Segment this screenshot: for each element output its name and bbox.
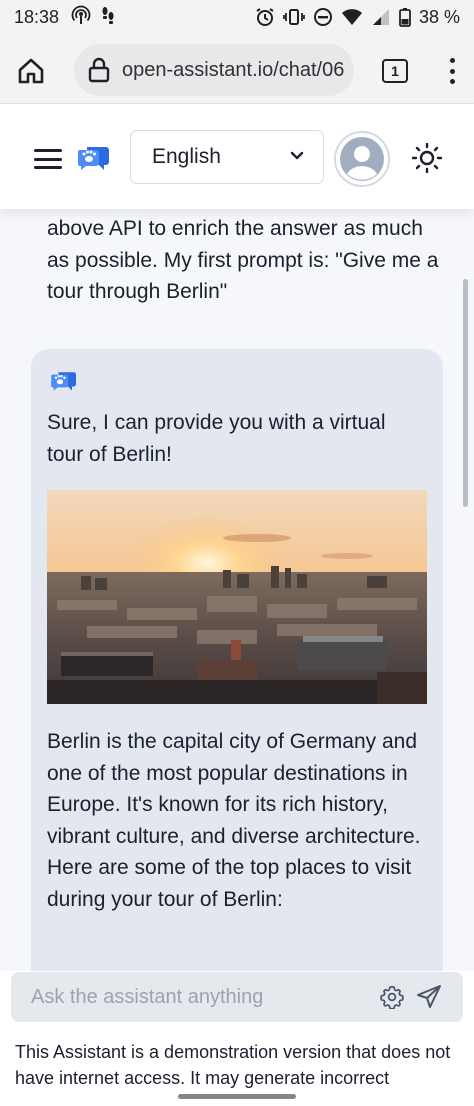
assistant-intro-text: Sure, I can provide you with a virtual t…	[47, 411, 386, 466]
tab-switcher-button[interactable]: 1	[382, 59, 408, 83]
hotspot-icon	[71, 5, 91, 30]
browser-toolbar: open-assistant.io/chat/06 1	[0, 34, 474, 104]
chevron-down-icon	[290, 151, 304, 160]
demo-disclaimer: This Assistant is a demonstration versio…	[15, 1042, 451, 1088]
hamburger-menu-icon[interactable]	[34, 149, 62, 169]
user-message: above API to enrich the answer as much a…	[47, 217, 439, 303]
gear-icon	[380, 985, 404, 1010]
home-icon	[18, 58, 44, 84]
signal-icon	[371, 7, 391, 27]
more-vert-icon	[449, 58, 455, 63]
open-assistant-logo[interactable]	[78, 143, 110, 178]
lock-icon	[88, 57, 110, 83]
status-bar: 18:38 38 %	[0, 0, 474, 34]
vibrate-icon	[283, 7, 305, 27]
chat-scrollbar[interactable]	[463, 279, 468, 507]
sun-icon	[412, 143, 442, 173]
message-input-container	[11, 972, 463, 1022]
status-time: 18:38	[14, 6, 60, 27]
theme-toggle-button[interactable]	[408, 139, 446, 177]
alarm-icon	[255, 7, 275, 27]
battery-icon	[399, 7, 411, 27]
battery-percent: 38 %	[418, 6, 460, 27]
chat-settings-button[interactable]	[380, 985, 404, 1010]
avatar-icon	[340, 137, 384, 181]
gesture-home-indicator[interactable]	[178, 1094, 296, 1099]
user-avatar-button[interactable]	[334, 131, 390, 187]
send-icon	[417, 985, 441, 1008]
browser-menu-button[interactable]	[442, 54, 462, 88]
chat-area: above API to enrich the answer as much a…	[0, 209, 474, 971]
assistant-message: Sure, I can provide you with a virtual t…	[31, 349, 443, 971]
berlin-skyline-image	[47, 490, 427, 704]
app-header: English	[0, 105, 474, 209]
wifi-icon	[341, 7, 363, 27]
language-select[interactable]: English	[130, 130, 324, 184]
url-text: open-assistant.io/chat/06	[122, 58, 345, 81]
composer: This Assistant is a demonstration versio…	[0, 971, 474, 1106]
send-button[interactable]	[416, 984, 442, 1010]
assistant-avatar-icon	[51, 369, 77, 398]
browser-home-button[interactable]	[14, 54, 48, 88]
message-input[interactable]	[31, 972, 371, 1022]
assistant-paragraph: Berlin is the capital city of Germany an…	[47, 730, 421, 911]
do-not-disturb-icon	[313, 7, 333, 27]
footsteps-icon	[101, 5, 115, 30]
language-value: English	[152, 145, 221, 168]
address-bar[interactable]: open-assistant.io/chat/06	[74, 44, 354, 96]
